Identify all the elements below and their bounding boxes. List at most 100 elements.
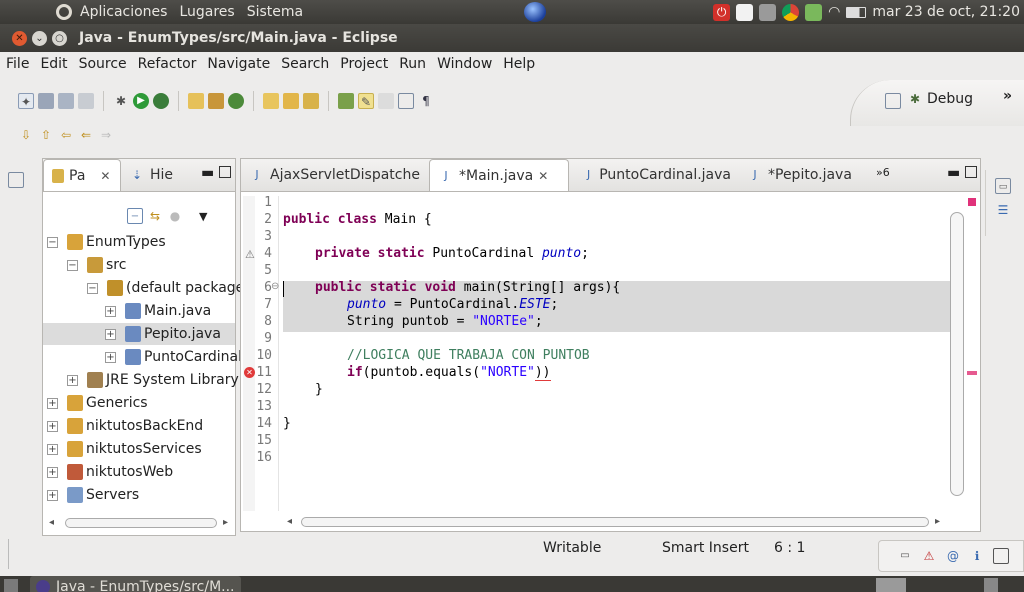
chrome-icon[interactable] (782, 3, 800, 21)
power-icon[interactable]: ⏻ (713, 3, 731, 21)
more-perspectives-icon[interactable]: » (1003, 88, 1012, 104)
open-type-icon[interactable] (263, 93, 279, 109)
wifi-icon[interactable]: ◠ (828, 4, 840, 20)
expand-icon[interactable]: + (47, 466, 58, 478)
browser-launcher-icon[interactable] (524, 2, 546, 22)
tree-item[interactable]: + niktutosWeb (47, 461, 173, 483)
tree-item[interactable]: − EnumTypes (47, 231, 166, 253)
back-icon[interactable]: ⇐ (78, 127, 94, 143)
menu-aplicaciones[interactable]: Aplicaciones (80, 4, 167, 20)
expand-icon[interactable]: + (105, 351, 116, 363)
battery-icon[interactable] (846, 6, 867, 18)
tree-item[interactable]: − (default package (87, 277, 244, 299)
collapse-icon[interactable]: − (87, 282, 98, 294)
collapse-icon[interactable]: − (47, 236, 58, 248)
console-view-icon[interactable] (993, 548, 1009, 564)
problems-view-icon[interactable]: ⚠ (921, 548, 937, 564)
tab-pepito-java[interactable]: J *Pepito.java (739, 159, 867, 191)
tree-item[interactable]: + Pepito.java (43, 323, 235, 345)
menu-edit[interactable]: Edit (40, 56, 67, 72)
expand-icon[interactable]: + (47, 397, 58, 409)
trash-icon[interactable] (984, 578, 998, 592)
tree-item[interactable]: + JRE System Library [ (67, 369, 249, 391)
collapse-icon[interactable]: − (67, 259, 78, 271)
next-annotation-icon[interactable] (338, 93, 354, 109)
forward-icon[interactable]: ⇒ (98, 127, 114, 143)
prev-edit-icon[interactable]: ⇧ (38, 127, 54, 143)
word-wrap-icon[interactable] (398, 93, 414, 109)
expand-icon[interactable]: + (105, 305, 116, 317)
status-insert-mode[interactable]: Smart Insert (662, 540, 749, 556)
close-icon[interactable]: ✕ (538, 169, 548, 183)
focus-icon[interactable]: ● (167, 208, 183, 224)
save-all-icon[interactable] (58, 93, 74, 109)
restore-view-icon[interactable]: ▭ (897, 548, 913, 564)
tree-item[interactable]: + niktutosServices (47, 438, 202, 460)
tab-ajax-servlet-dispatcher[interactable]: J AjaxServletDispatche (241, 159, 429, 191)
show-desktop-icon[interactable] (4, 579, 18, 592)
open-folder-icon[interactable] (283, 93, 299, 109)
link-with-editor-icon[interactable]: ⇆ (147, 208, 163, 224)
menu-sistema[interactable]: Sistema (247, 4, 303, 20)
search-icon[interactable] (303, 93, 319, 109)
tree-item[interactable]: + niktutosBackEnd (47, 415, 203, 437)
show-whitespace-icon[interactable]: ¶ (418, 93, 434, 109)
update-icon[interactable] (805, 3, 823, 21)
menu-refactor[interactable]: Refactor (138, 56, 197, 72)
save-icon[interactable] (38, 93, 54, 109)
last-edit-location-icon[interactable]: ⇦ (58, 127, 74, 143)
ubuntu-logo-icon[interactable] (56, 4, 72, 20)
menu-search[interactable]: Search (281, 56, 329, 72)
minimize-view-icon[interactable]: ▬ (947, 165, 960, 181)
expand-icon[interactable]: + (47, 489, 58, 501)
new-package-icon[interactable] (208, 93, 224, 109)
menu-file[interactable]: File (6, 56, 29, 72)
debug-icon[interactable]: ✱ (113, 93, 129, 109)
tab-hierarchy[interactable]: ⇣ Hie (121, 159, 181, 191)
editor-horizontal-scrollbar[interactable]: ◂ ▸ (287, 514, 947, 530)
tab-punto-cardinal-java[interactable]: J PuntoCardinal.java (569, 159, 739, 191)
close-icon[interactable]: ✕ (100, 169, 110, 183)
outline-view-icon[interactable]: ☰ (995, 202, 1011, 218)
new-java-project-icon[interactable] (188, 93, 204, 109)
print-icon[interactable] (78, 93, 94, 109)
workspace-switcher-icon[interactable] (876, 578, 906, 592)
taskbar-item-eclipse[interactable]: Java - EnumTypes/src/M... (30, 576, 241, 592)
tree-item[interactable]: + Main.java (105, 300, 211, 322)
menu-window[interactable]: Window (437, 56, 492, 72)
menu-lugares[interactable]: Lugares (179, 4, 234, 20)
restore-view-icon[interactable] (8, 172, 24, 188)
image-viewer-icon[interactable] (759, 3, 777, 21)
tree-item[interactable]: + Servers (47, 484, 139, 506)
notes-icon[interactable] (736, 3, 754, 21)
tree-horizontal-scrollbar[interactable]: ◂ ▸ (47, 515, 233, 531)
tree-item[interactable]: + PuntoCardinal (105, 346, 242, 368)
minimize-view-icon[interactable]: ▬ (201, 165, 214, 181)
view-menu-icon[interactable]: ▼ (199, 210, 207, 223)
debug-perspective-button[interactable]: ✱ Debug (907, 91, 973, 107)
next-edit-icon[interactable]: ⇩ (18, 127, 34, 143)
maximize-window-icon[interactable]: ○ (52, 30, 67, 46)
expand-icon[interactable]: + (67, 374, 78, 386)
menu-navigate[interactable]: Navigate (207, 56, 270, 72)
tab-overflow-button[interactable]: »6 (876, 166, 890, 179)
editor-vertical-scrollbar[interactable] (950, 212, 964, 496)
clock[interactable]: mar 23 de oct, 21:20 (872, 4, 1020, 20)
mark-occurrences-icon[interactable]: ✎ (358, 93, 374, 109)
tree-item[interactable]: − src (67, 254, 126, 276)
menu-help[interactable]: Help (503, 56, 535, 72)
error-overview-marker[interactable] (967, 371, 977, 375)
expand-icon[interactable]: + (47, 420, 58, 432)
error-overview-icon[interactable] (968, 198, 976, 206)
declaration-view-icon[interactable]: ℹ (969, 548, 985, 564)
menu-source[interactable]: Source (79, 56, 127, 72)
run-external-icon[interactable] (153, 93, 169, 109)
minimize-window-icon[interactable]: ⌄ (32, 30, 47, 46)
new-class-icon[interactable] (228, 93, 244, 109)
close-window-icon[interactable]: ✕ (12, 30, 27, 46)
tab-main-java[interactable]: J *Main.java ✕ (429, 159, 569, 191)
maximize-view-icon[interactable] (965, 166, 977, 178)
new-icon[interactable]: ✦ (18, 93, 34, 109)
maximize-view-icon[interactable] (219, 166, 231, 178)
block-selection-icon[interactable] (378, 93, 394, 109)
